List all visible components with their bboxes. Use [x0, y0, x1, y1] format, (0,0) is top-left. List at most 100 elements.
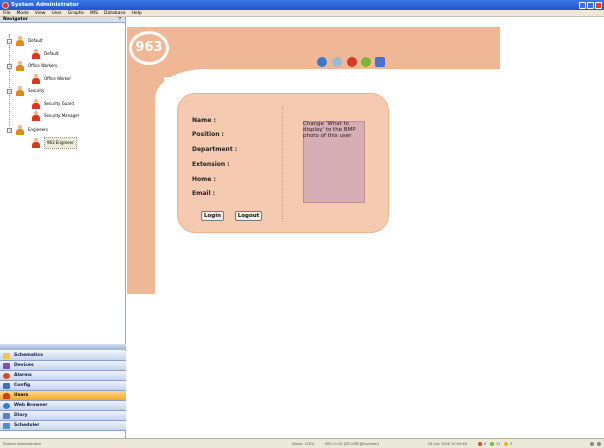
status-zoom: Zoom: 100% — [292, 442, 315, 446]
maximize-button[interactable] — [587, 1, 594, 9]
navigation-panes: Schematics Devices Alarms Config Users W… — [0, 351, 126, 431]
folder-icon — [3, 353, 10, 359]
tree-user-security-manager[interactable]: Security Manager — [31, 111, 79, 121]
app-icon — [2, 1, 9, 9]
user-icon — [31, 49, 41, 59]
user-icon — [31, 138, 41, 148]
app-window: System Administrator File Mode View User… — [0, 0, 604, 448]
window-title: System Administrator — [11, 2, 79, 8]
pane-diary[interactable]: Diary — [0, 411, 126, 421]
pane-label: Diary — [14, 413, 28, 418]
tree-user-label: Default — [44, 51, 59, 56]
group-icon — [15, 61, 25, 71]
menu-view[interactable]: View — [35, 10, 46, 16]
status-counter: 11 — [496, 442, 501, 446]
navigator-panel: Navigator ⌔ − Default Default − Office W… — [0, 17, 126, 438]
main-canvas: 963 Name : Position : Department : Exten… — [127, 17, 604, 438]
pane-schematics[interactable]: Schematics — [0, 351, 126, 361]
home-label: Home : — [192, 176, 216, 183]
navigator-header: Navigator ⌔ — [0, 17, 125, 23]
tree-user-default[interactable]: Default — [31, 49, 59, 59]
pane-config[interactable]: Config — [0, 381, 126, 391]
menu-database[interactable]: Database — [104, 10, 125, 16]
tree-group-default[interactable]: − Default — [7, 36, 43, 46]
menu-file[interactable]: File — [3, 10, 11, 16]
calendar-icon — [3, 423, 10, 429]
users-icon — [3, 393, 10, 399]
pane-label: Schematics — [14, 353, 43, 358]
tree-user-security-guard[interactable]: Security Guard — [31, 99, 74, 109]
extension-label: Extension : — [192, 161, 230, 168]
pane-label: Alarms — [14, 373, 32, 378]
user-tree: − Default Default − Office Workers Offic… — [0, 24, 125, 334]
help-icon[interactable] — [317, 57, 327, 67]
tree-group-label: Security — [28, 88, 45, 93]
tree-group-engineers[interactable]: − Engineers — [7, 125, 48, 135]
pane-web-browser[interactable]: Web Browser — [0, 401, 126, 411]
pane-users[interactable]: Users — [0, 391, 126, 401]
photo-placeholder-text: Change 'What to display' to the BMP phot… — [303, 121, 356, 139]
tree-user-label: Security Manager — [44, 113, 80, 118]
status-user: System Administrator — [3, 442, 42, 446]
email-label: Email : — [192, 190, 216, 197]
status-counter: 0 — [510, 442, 513, 446]
pane-label: Users — [14, 393, 29, 398]
menu-bar: File Mode View User Graphs IMS Database … — [0, 10, 604, 17]
collapse-icon[interactable]: − — [7, 127, 12, 133]
tree-user-label: 963 Engineer — [44, 137, 77, 149]
title-bar: System Administrator — [0, 0, 604, 10]
menu-user[interactable]: User — [51, 10, 61, 16]
pane-label: Web Browser — [14, 403, 48, 408]
globe-icon — [3, 403, 10, 409]
menu-help[interactable]: Help — [131, 10, 141, 16]
cancel-icon[interactable] — [347, 57, 357, 67]
search-icon[interactable] — [332, 57, 342, 67]
devices-icon — [3, 363, 10, 369]
network-icon — [590, 442, 594, 446]
tree-group-office-workers[interactable]: − Office Workers — [7, 61, 57, 71]
pane-scheduler[interactable]: Scheduler — [0, 421, 126, 431]
tree-group-security[interactable]: − Security — [7, 86, 44, 96]
pane-label: Devices — [14, 363, 34, 368]
collapse-icon[interactable]: − — [7, 63, 12, 69]
pin-icon[interactable]: ⌔ — [118, 17, 122, 23]
menu-ims[interactable]: IMS — [90, 10, 98, 16]
status-counter: 0 — [484, 442, 487, 446]
pane-devices[interactable]: Devices — [0, 361, 126, 371]
tree-group-label: Engineers — [28, 127, 48, 132]
pane-alarms[interactable]: Alarms — [0, 371, 126, 381]
close-button[interactable] — [595, 1, 602, 9]
tray-icon — [597, 442, 601, 446]
config-icon — [3, 383, 10, 389]
login-button[interactable]: Login — [201, 211, 224, 221]
alarm-status-icon[interactable] — [478, 442, 482, 446]
group-icon — [15, 36, 25, 46]
logout-button[interactable]: Logout — [235, 211, 262, 221]
pane-label: Config — [14, 383, 31, 388]
tree-user-label: Office Worker — [44, 76, 72, 81]
user-icon — [31, 99, 41, 109]
position-label: Position : — [192, 131, 224, 138]
pane-splitter[interactable] — [0, 344, 126, 350]
tree-user-office-worker[interactable]: Office Worker — [31, 74, 71, 84]
tree-user-label: Security Guard — [44, 101, 74, 106]
menu-mode[interactable]: Mode — [17, 10, 29, 16]
warning-status-icon[interactable] — [504, 442, 508, 446]
ok-status-icon[interactable] — [490, 442, 494, 446]
minimize-button[interactable] — [579, 1, 586, 9]
refresh-icon[interactable] — [361, 57, 371, 67]
tree-group-label: Default — [28, 38, 43, 43]
tree-user-963-engineer[interactable]: 963 Engineer — [31, 137, 77, 149]
status-datetime: 26 July 2008 10:09:48 — [428, 442, 467, 446]
group-icon — [15, 86, 25, 96]
logo: 963 — [129, 31, 169, 65]
export-icon[interactable] — [375, 57, 385, 67]
diary-icon — [3, 413, 10, 419]
alarm-bell-icon — [3, 373, 10, 379]
status-bar: System Administrator Zoom: 100% 963 v1.0… — [0, 438, 604, 448]
navigator-title: Navigator — [3, 17, 28, 22]
collapse-icon[interactable]: − — [7, 38, 12, 44]
collapse-icon[interactable]: − — [7, 88, 12, 94]
menu-graphs[interactable]: Graphs — [68, 10, 84, 16]
status-server: 963 v1.00 [SECURE][Engineer] — [325, 442, 379, 446]
